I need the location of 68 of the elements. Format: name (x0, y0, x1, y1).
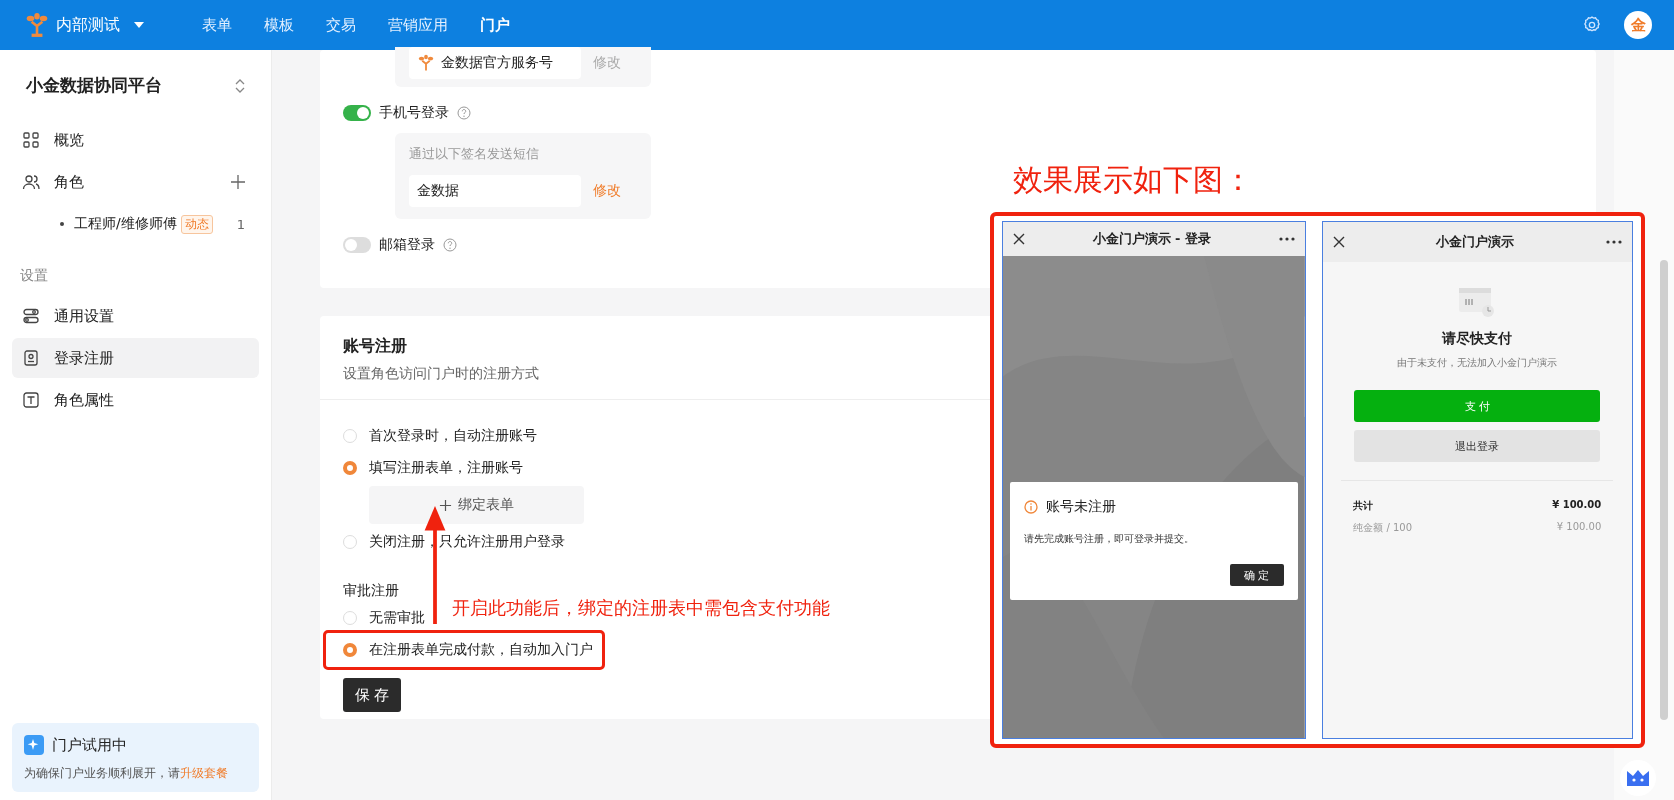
nav-tab[interactable]: 交易 (310, 0, 372, 50)
notice-title: 门户试用中 (52, 735, 127, 755)
radio-option[interactable]: 首次登录时，自动注册账号 (343, 420, 537, 452)
close-icon[interactable] (1332, 236, 1345, 248)
workspace-name: 小金数据协同平台 (26, 74, 162, 97)
panel-hint: 通过以下签名发送短信 (409, 145, 540, 163)
toggle-label: 邮箱登录 (379, 236, 435, 254)
close-icon[interactable] (1013, 233, 1025, 245)
scrollbar[interactable] (1660, 260, 1668, 720)
card-title: 账号注册 (343, 336, 407, 357)
menu-item-icon (22, 131, 40, 149)
menu-item-icon (22, 307, 40, 325)
summary-label: 共计 (1353, 499, 1374, 513)
summary-amount: ¥ 100.00 (1556, 521, 1602, 534)
info-icon (1024, 500, 1038, 514)
caret-icon[interactable] (134, 22, 144, 28)
bind-form-button[interactable]: 绑定表单 (369, 486, 584, 524)
signature-field[interactable]: 金数据 (409, 175, 581, 207)
save-button[interactable]: 保 存 (343, 678, 401, 712)
section-label: 设置 (19, 266, 49, 285)
sidebar-item[interactable]: 角色 (12, 162, 259, 202)
phone-title: 小金门户演示 (1435, 233, 1516, 251)
menu-item-icon (22, 349, 40, 367)
radio-option[interactable]: 关闭注册，只允许注册用户登录 (343, 526, 565, 558)
tree-logo-icon (24, 12, 50, 38)
logout-button[interactable]: 退出登录 (1354, 430, 1601, 462)
help-icon[interactable] (443, 238, 457, 252)
sidebar-item[interactable]: 概览 (12, 120, 259, 160)
menu-item-icon (22, 173, 40, 191)
switch-icon[interactable] (235, 77, 245, 94)
toggle-switch[interactable] (343, 237, 371, 253)
role-count: 1 (236, 216, 245, 232)
nav-tab[interactable]: 营销应用 (372, 0, 464, 50)
annotation-text: 开启此功能后，绑定的注册表中需包含支付功能 (452, 596, 830, 620)
more-icon[interactable] (1278, 237, 1295, 241)
app-name[interactable]: 内部测试 (56, 14, 120, 36)
notice-text: 为确保门户业务顺利展开，请升级套餐 (24, 765, 229, 782)
sidebar-item[interactable]: 登录注册 (12, 338, 259, 378)
add-icon[interactable] (231, 175, 245, 189)
dialog-text: 请先完成账号注册，即可登录并提交。 (1024, 532, 1195, 546)
role-tag: 动态 (180, 214, 213, 234)
role-name[interactable]: 工程师/维修师傅 (74, 215, 177, 233)
radio-option[interactable]: 在注册表单完成付款，自动加入门户 (343, 634, 593, 666)
help-icon[interactable] (457, 106, 471, 120)
radio-option[interactable]: 无需审批 (343, 602, 425, 634)
tree-logo-icon (417, 54, 435, 72)
summary-amount: ¥ 100.00 (1552, 499, 1602, 512)
sparkle-icon (24, 735, 44, 755)
dialog-title: 账号未注册 (1046, 498, 1116, 516)
summary-label: 纯金额 / 100 (1353, 521, 1413, 535)
toggle-label: 手机号登录 (379, 104, 449, 122)
sidebar-item[interactable]: 角色属性 (12, 380, 259, 420)
payment-subtitle: 由于未支付，无法加入小金门户演示 (1397, 356, 1558, 370)
bullet-icon (60, 222, 64, 226)
nav-tab[interactable]: 模板 (248, 0, 310, 50)
phone-title: 小金门户演示 - 登录 (1091, 230, 1212, 248)
sidebar-item[interactable]: 通用设置 (12, 296, 259, 336)
section-label: 审批注册 (343, 582, 399, 600)
radio-option[interactable]: 填写注册表单，注册账号 (343, 452, 523, 484)
more-icon[interactable] (1606, 240, 1622, 244)
menu-item-icon (22, 391, 40, 409)
annotation-title: 效果展示如下图： (1013, 161, 1253, 199)
nav-tab[interactable]: 表单 (186, 0, 248, 50)
confirm-button[interactable]: 确 定 (1229, 564, 1284, 586)
payment-heading: 请尽快支付 (1442, 330, 1513, 348)
card-subtitle: 设置角色访问门户时的注册方式 (343, 365, 539, 383)
toggle-switch[interactable] (343, 105, 371, 121)
plus-icon (439, 498, 452, 512)
